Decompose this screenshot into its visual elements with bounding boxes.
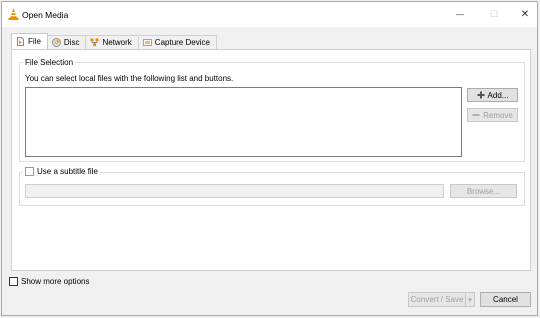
subtitle-checkbox-label: Use a subtitle file: [37, 167, 98, 176]
browse-button[interactable]: Browse...: [450, 184, 517, 198]
file-icon: [17, 37, 24, 46]
remove-button[interactable]: Remove: [467, 108, 518, 122]
cancel-button-label: Cancel: [493, 295, 518, 304]
add-button[interactable]: Add...: [467, 88, 518, 102]
file-selection-description: You can select local files with the foll…: [25, 74, 234, 83]
vlc-cone-icon: [8, 8, 19, 20]
tab-network[interactable]: Network: [85, 35, 139, 49]
convert-save-dropdown[interactable]: ▾: [465, 292, 475, 307]
maximize-icon: ☐: [489, 9, 499, 19]
subtitle-checkbox[interactable]: [25, 167, 34, 176]
window-title: Open Media: [22, 10, 69, 20]
tab-capture-device-label: Capture Device: [154, 38, 210, 47]
remove-button-label: Remove: [483, 110, 513, 120]
browse-button-label: Browse...: [466, 186, 501, 196]
tab-network-label: Network: [102, 38, 132, 47]
open-media-dialog: Open Media — ☐ ✕ File Disc Network Captu…: [1, 1, 538, 316]
subtitle-checkbox-row: Use a subtitle file: [23, 167, 100, 176]
subtitle-file-field[interactable]: [25, 184, 444, 198]
show-more-options-checkbox[interactable]: [9, 277, 18, 286]
tab-file[interactable]: File: [11, 33, 48, 49]
minus-icon: [472, 114, 480, 116]
title-bar: Open Media — ☐ ✕: [2, 2, 537, 27]
tab-disc-label: Disc: [63, 38, 80, 47]
capture-device-icon: [142, 39, 152, 46]
tab-bar: File Disc Network Capture Device: [11, 33, 217, 49]
subtitle-group: Use a subtitle file Browse...: [19, 167, 525, 206]
file-list[interactable]: [25, 87, 462, 157]
chevron-down-icon: ▾: [468, 296, 472, 304]
minimize-icon: —: [456, 10, 464, 19]
minimize-button[interactable]: —: [442, 2, 478, 27]
file-selection-group: File Selection You can select local file…: [19, 58, 525, 162]
file-tab-panel: File Selection You can select local file…: [11, 49, 531, 271]
file-selection-title: File Selection: [23, 58, 76, 67]
tab-capture-device[interactable]: Capture Device: [137, 35, 217, 49]
convert-save-label: Convert / Save: [410, 295, 464, 304]
show-more-options-label: Show more options: [21, 277, 90, 286]
close-icon: ✕: [520, 9, 530, 20]
network-icon: [90, 38, 99, 46]
cancel-button[interactable]: Cancel: [480, 292, 531, 307]
tab-disc[interactable]: Disc: [46, 35, 87, 49]
tab-file-label: File: [28, 37, 41, 46]
plus-icon: [477, 91, 485, 99]
disc-icon: [52, 38, 61, 47]
convert-save-button[interactable]: Convert / Save: [408, 292, 465, 307]
close-button[interactable]: ✕: [507, 2, 540, 27]
add-button-label: Add...: [487, 90, 509, 100]
